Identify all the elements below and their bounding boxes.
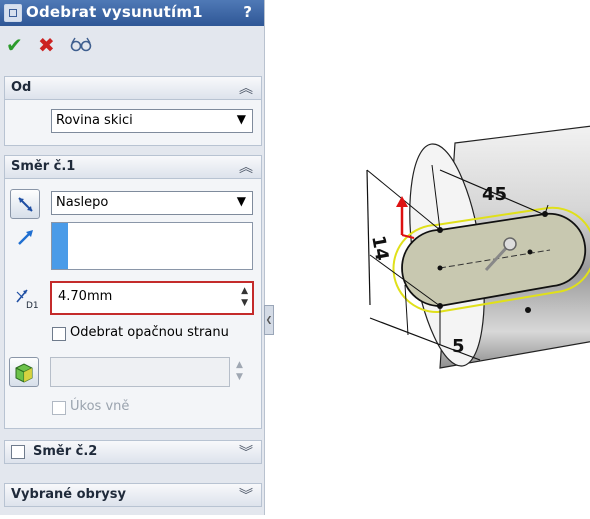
draft-outward-checkbox[interactable] [52, 401, 66, 415]
from-section-title: Od [11, 80, 32, 95]
draft-toggle-button[interactable] [9, 357, 39, 387]
selected-contours-title: Vybrané obrysy [11, 487, 126, 502]
direction2-section-header[interactable]: Směr č.2 ︾ [5, 441, 261, 463]
model-view: 45 14 5 [366, 125, 590, 369]
depth-spinner[interactable]: ▲ ▼ [241, 285, 248, 309]
dimension-14: 14 [367, 234, 392, 262]
end-condition-select[interactable]: Naslepo ▼ [51, 191, 253, 215]
direction-vector-icon [18, 230, 33, 245]
slot-point [525, 307, 531, 313]
reverse-direction-icon [18, 197, 33, 212]
from-section: Od ︽ Rovina skici ▼ [4, 76, 262, 146]
slot-point [437, 265, 443, 271]
glasses-icon [70, 37, 92, 52]
depth-drag-handle-knob [503, 237, 517, 251]
ok-button[interactable]: ✔ [6, 33, 23, 57]
draft-angle-input[interactable] [50, 357, 230, 387]
from-section-header[interactable]: Od ︽ [5, 77, 261, 100]
flip-side-checkbox[interactable] [52, 327, 66, 341]
collapse-icon: ︽ [239, 160, 253, 176]
depth-value: 4.70mm [58, 289, 113, 304]
preview-button[interactable] [70, 36, 92, 56]
direction-vector-field[interactable] [51, 222, 253, 270]
reverse-direction-button[interactable] [10, 189, 40, 219]
slot-point [527, 249, 533, 255]
property-manager: Odebrat vysunutím1 ? ✔ ✖ Od ︽ Rovina ski… [0, 0, 265, 515]
depth-icon: D1 [16, 289, 39, 310]
direction2-section-title: Směr č.2 [33, 444, 98, 459]
cancel-button[interactable]: ✖ [38, 33, 55, 57]
direction1-section-title: Směr č.1 [11, 159, 76, 174]
direction1-section-header[interactable]: Směr č.1 ︽ [5, 156, 261, 179]
from-select-value: Rovina skici [56, 113, 133, 128]
dimension-5: 5 [452, 336, 465, 357]
depth-input[interactable]: 4.70mm ▲ ▼ [50, 281, 254, 315]
direction-arrow-head [396, 196, 408, 207]
direction2-checkbox[interactable] [11, 445, 25, 459]
draft-outward-label: Úkos vně [70, 399, 130, 414]
dropdown-arrow-icon: ▼ [236, 112, 246, 126]
extension-line [404, 284, 409, 336]
direction2-section: Směr č.2 ︾ [4, 440, 262, 464]
svg-text:D1: D1 [26, 301, 39, 310]
expand-icon: ︾ [239, 445, 253, 461]
end-condition-value: Naslepo [56, 195, 109, 210]
collapse-icon: ︽ [239, 81, 253, 97]
dropdown-arrow-icon: ▼ [236, 194, 246, 208]
expand-icon: ︾ [239, 488, 253, 504]
draft-icon [15, 363, 33, 383]
selection-color-strip [52, 223, 68, 269]
cut-extrude-icon [4, 4, 22, 22]
selected-contours-section: Vybrané obrysy ︾ [4, 483, 262, 507]
flip-side-label: Odebrat opačnou stranu [70, 325, 229, 340]
graphics-area[interactable]: 45 14 5 [272, 0, 590, 515]
from-select[interactable]: Rovina skici ▼ [51, 109, 253, 133]
action-bar: ✔ ✖ [0, 28, 264, 68]
feature-title: Odebrat vysunutím1 [26, 3, 203, 21]
selected-contours-header[interactable]: Vybrané obrysy ︾ [5, 484, 261, 506]
dimension-45: 45 [482, 184, 507, 205]
title-bar: Odebrat vysunutím1 ? [0, 0, 264, 26]
help-button[interactable]: ? [243, 3, 252, 21]
draft-angle-spinner[interactable]: ▲ ▼ [236, 359, 260, 383]
